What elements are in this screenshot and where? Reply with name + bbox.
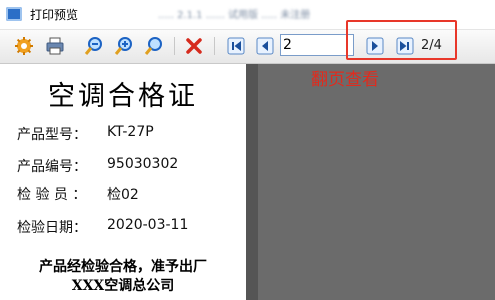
annotation-label: 翻页查看 bbox=[311, 70, 379, 90]
field-label: 产品编号： bbox=[17, 159, 87, 175]
field-value: KT-27P bbox=[107, 124, 154, 140]
first-page-icon[interactable] bbox=[226, 36, 246, 56]
window-title: 打印预览 bbox=[30, 8, 79, 22]
preview-background bbox=[246, 64, 495, 300]
close-icon[interactable] bbox=[184, 36, 204, 56]
zoom-out-icon[interactable] bbox=[84, 36, 104, 56]
field-value: 95030302 bbox=[107, 156, 179, 172]
certificate-statement: 产品经检验合格，准予出厂 bbox=[39, 259, 207, 275]
blurred-title-suffix: ..... 2.1.1 ...... 试用版 ..... 未注册 bbox=[158, 10, 311, 21]
zoom-in-icon[interactable] bbox=[114, 36, 134, 56]
field-value: 检02 bbox=[107, 187, 139, 203]
previous-page-icon[interactable] bbox=[255, 36, 275, 56]
preview-shadow bbox=[246, 64, 258, 300]
current-page-input[interactable] bbox=[280, 34, 354, 56]
field-product-model: 产品型号： KT-27P bbox=[17, 124, 154, 144]
certificate-title: 空调合格证 bbox=[48, 81, 198, 112]
field-value: 2020-03-11 bbox=[107, 217, 189, 233]
field-inspector: 检 验 员 ： 检02 bbox=[17, 184, 139, 204]
field-label: 检 验 员 ： bbox=[17, 187, 87, 203]
highlight-box bbox=[346, 20, 457, 60]
print-icon[interactable] bbox=[45, 36, 65, 56]
field-product-number: 产品编号： 95030302 bbox=[17, 156, 178, 176]
toolbar-separator bbox=[214, 37, 215, 55]
company-name: XXX空调总公司 bbox=[71, 278, 175, 294]
toolbar-separator bbox=[174, 37, 175, 55]
field-inspection-date: 检验日期： 2020-03-11 bbox=[17, 217, 188, 237]
zoom-fit-icon[interactable] bbox=[144, 36, 164, 56]
app-icon bbox=[6, 7, 22, 21]
field-label: 检验日期： bbox=[17, 220, 87, 236]
settings-icon[interactable] bbox=[14, 36, 34, 56]
field-label: 产品型号： bbox=[17, 127, 87, 143]
